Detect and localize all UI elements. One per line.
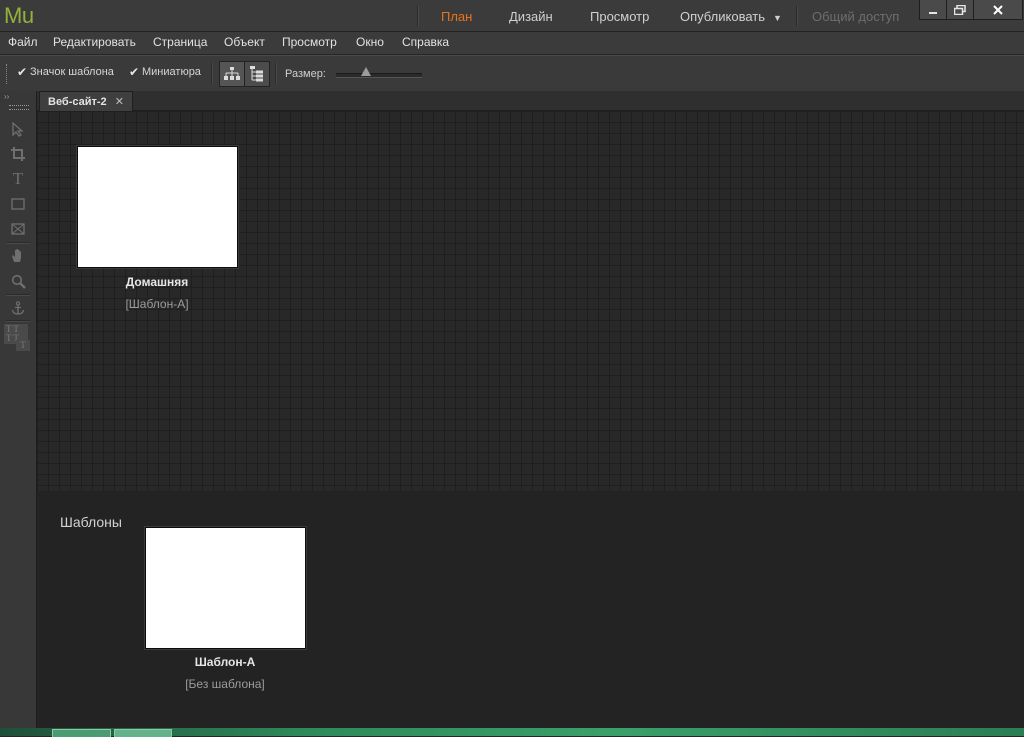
text-wrap-icon[interactable]: T TT T T bbox=[4, 324, 34, 352]
document-tab-strip: Веб-сайт-2 ✕ bbox=[37, 91, 1024, 111]
menu-help[interactable]: Справка bbox=[402, 35, 449, 49]
close-icon bbox=[993, 4, 1003, 15]
mode-preview-tab[interactable]: Просмотр bbox=[590, 9, 649, 24]
checkmark-icon: ✔ bbox=[129, 65, 140, 79]
divider bbox=[275, 63, 277, 83]
mode-plan-tab[interactable]: План bbox=[441, 9, 472, 24]
hand-icon[interactable] bbox=[8, 246, 28, 266]
divider bbox=[6, 242, 30, 244]
crop-icon[interactable] bbox=[8, 144, 28, 164]
page-template-label: [Шаблон-A] bbox=[125, 297, 189, 311]
master-icon-label: Значок шаблона bbox=[30, 66, 114, 78]
minimize-icon bbox=[929, 11, 937, 14]
mode-design-tab[interactable]: Дизайн bbox=[509, 9, 553, 24]
collapse-panel-icon[interactable]: ›› bbox=[4, 92, 9, 101]
mode-share-tab[interactable]: Общий доступ bbox=[812, 9, 899, 24]
page-thumbnail[interactable] bbox=[77, 146, 238, 268]
page-name-label[interactable]: Домашняя bbox=[77, 275, 237, 289]
site-map-view-button[interactable] bbox=[219, 61, 245, 87]
tools-panel: ›› T T TT T T bbox=[0, 91, 37, 731]
menu-bar: Файл Редактировать Страница Объект Просм… bbox=[0, 32, 1024, 55]
publish-label: Опубликовать bbox=[680, 9, 766, 24]
menu-edit[interactable]: Редактировать bbox=[53, 35, 136, 49]
menu-view[interactable]: Просмотр bbox=[282, 35, 337, 49]
options-bar: ✔ Значок шаблона ✔ Миниатюра Размер: bbox=[0, 55, 1024, 92]
panel-grip[interactable] bbox=[6, 64, 10, 84]
masters-title: Шаблоны bbox=[60, 514, 122, 530]
divider bbox=[211, 63, 213, 83]
master-icon-checkbox[interactable]: ✔ Значок шаблона bbox=[17, 66, 114, 78]
rectangle-icon[interactable] bbox=[8, 194, 28, 214]
chevron-down-icon: ▼ bbox=[773, 13, 782, 23]
zoom-icon[interactable] bbox=[8, 271, 28, 291]
app-logo: Mu bbox=[4, 3, 34, 28]
close-window-button[interactable] bbox=[973, 0, 1023, 20]
anchor-icon[interactable] bbox=[8, 298, 28, 318]
divider bbox=[6, 294, 30, 296]
divider bbox=[6, 320, 30, 322]
restore-button[interactable] bbox=[946, 0, 974, 20]
minimize-button[interactable] bbox=[919, 0, 947, 20]
menu-window[interactable]: Окно bbox=[356, 35, 384, 49]
document-tab[interactable]: Веб-сайт-2 ✕ bbox=[39, 91, 133, 111]
tree-view-button[interactable] bbox=[244, 61, 270, 87]
size-slider-thumb[interactable] bbox=[361, 67, 372, 76]
selection-icon[interactable] bbox=[8, 119, 28, 139]
size-slider[interactable] bbox=[336, 73, 422, 78]
master-template-label: [Без шаблона] bbox=[185, 677, 265, 691]
size-label: Размер: bbox=[285, 68, 326, 80]
menu-page[interactable]: Страница bbox=[153, 35, 207, 49]
restore-icon bbox=[954, 4, 966, 15]
master-thumbnail[interactable] bbox=[145, 527, 306, 649]
master-name-label[interactable]: Шаблон-A bbox=[145, 655, 305, 669]
panel-grip[interactable] bbox=[9, 105, 29, 110]
menu-file[interactable]: Файл bbox=[8, 35, 38, 49]
document-tab-label: Веб-сайт-2 bbox=[48, 95, 107, 108]
menu-object[interactable]: Объект bbox=[224, 35, 265, 49]
thumbnail-label: Миниатюра bbox=[142, 66, 201, 78]
close-icon[interactable]: ✕ bbox=[115, 95, 124, 108]
divider bbox=[417, 6, 419, 26]
thumbnail-checkbox[interactable]: ✔ Миниатюра bbox=[129, 66, 201, 78]
sitemap-icon bbox=[224, 67, 240, 80]
tree-list-icon bbox=[250, 66, 263, 82]
divider bbox=[796, 6, 798, 26]
image-frame-icon[interactable] bbox=[8, 219, 28, 239]
checkmark-icon: ✔ bbox=[17, 65, 28, 79]
mode-publish-tab[interactable]: Опубликовать ▼ bbox=[680, 9, 782, 24]
title-bar: Mu План Дизайн Просмотр Опубликовать ▼ Об… bbox=[0, 0, 1024, 32]
text-icon[interactable]: T bbox=[8, 169, 28, 189]
